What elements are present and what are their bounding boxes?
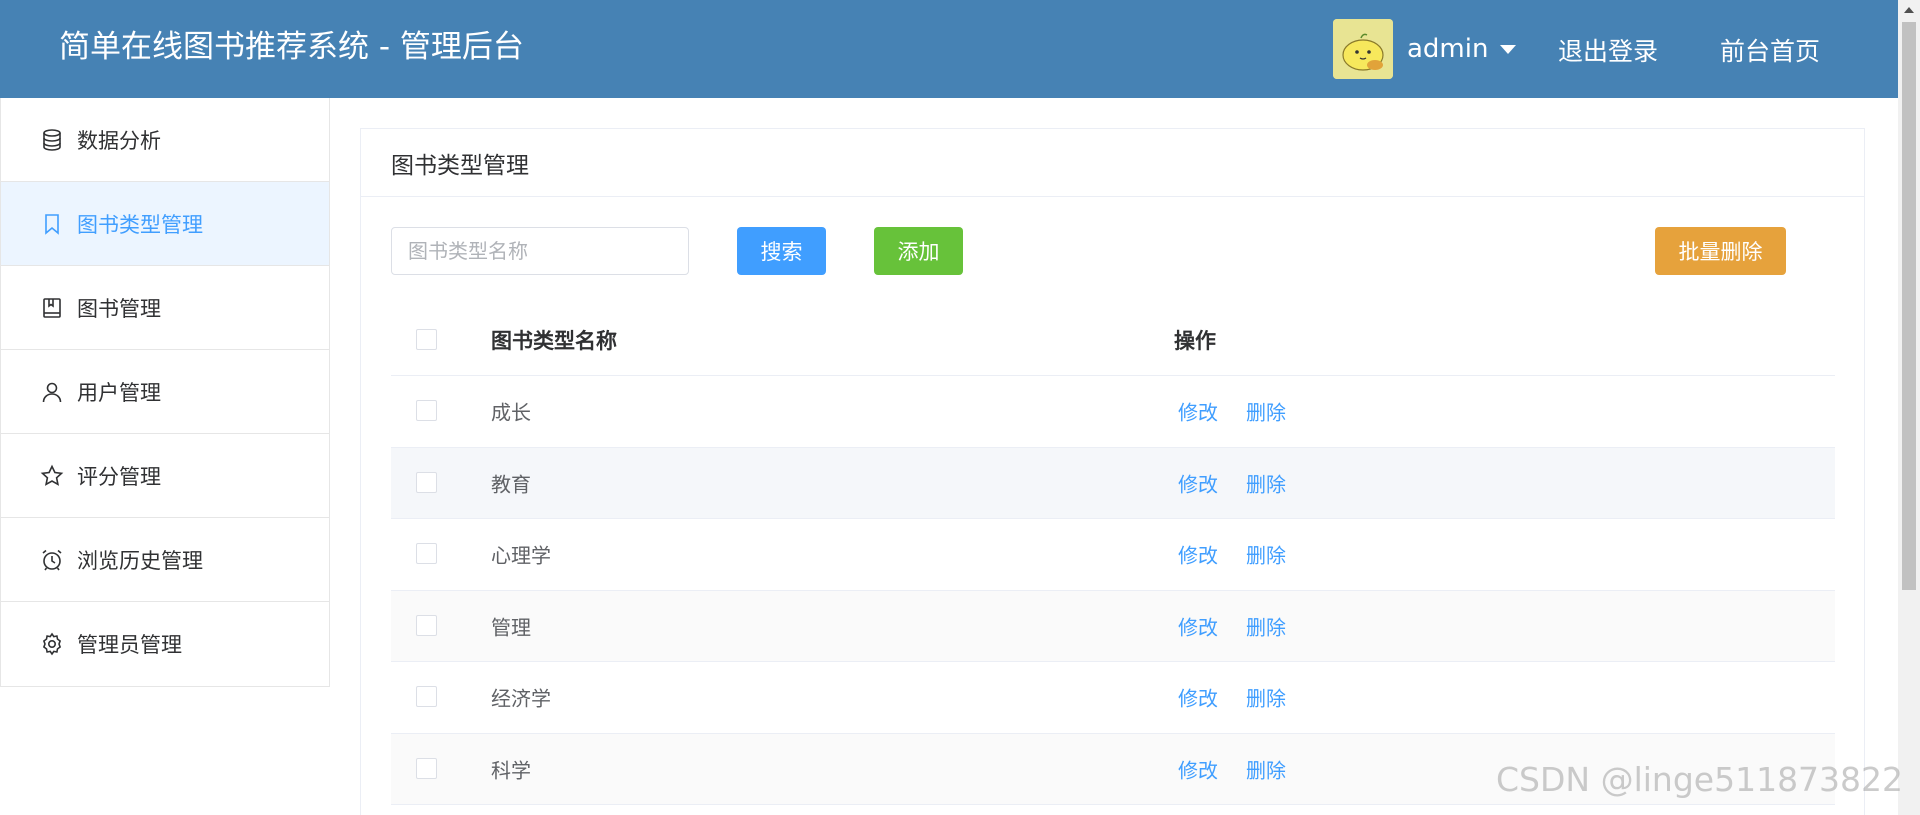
sidebar-item-label: 图书类型管理 bbox=[77, 212, 203, 237]
frontend-home-link[interactable]: 前台首页 bbox=[1720, 32, 1820, 68]
edit-link[interactable]: 修改 bbox=[1178, 683, 1218, 712]
search-input[interactable] bbox=[391, 227, 689, 275]
delete-link[interactable]: 删除 bbox=[1246, 683, 1286, 712]
book-type-table: 图书类型名称 操作 成长 修改 删除 教育 修改 删除 心理学 修改 删除 管理… bbox=[391, 305, 1835, 805]
table-row: 心理学 修改 删除 bbox=[391, 519, 1835, 591]
delete-link[interactable]: 删除 bbox=[1246, 468, 1286, 497]
scroll-up-icon[interactable] bbox=[1904, 7, 1914, 13]
username[interactable]: admin bbox=[1407, 34, 1488, 64]
edit-link[interactable]: 修改 bbox=[1178, 611, 1218, 640]
table-row: 成长 修改 删除 bbox=[391, 376, 1835, 448]
bookmark-icon bbox=[39, 211, 65, 237]
row-checkbox[interactable] bbox=[416, 471, 437, 493]
type-name-cell: 教育 bbox=[491, 472, 531, 497]
sidebar-item-admins[interactable]: 管理员管理 bbox=[1, 602, 329, 686]
sidebar-item-browse-history[interactable]: 浏览历史管理 bbox=[1, 518, 329, 602]
delete-link[interactable]: 删除 bbox=[1246, 754, 1286, 783]
table-header-row: 图书类型名称 操作 bbox=[391, 305, 1835, 376]
search-button[interactable]: 搜索 bbox=[737, 227, 826, 275]
star-icon bbox=[39, 463, 65, 489]
book-type-card: 图书类型管理 搜索 添加 批量删除 图书类型名称 操作 成长 修改 删除 教育 … bbox=[360, 128, 1865, 815]
sidebar-item-book-types[interactable]: 图书类型管理 bbox=[1, 182, 329, 266]
select-all-checkbox[interactable] bbox=[416, 329, 437, 350]
chevron-down-icon[interactable] bbox=[1500, 44, 1517, 54]
delete-link[interactable]: 删除 bbox=[1246, 540, 1286, 569]
row-checkbox[interactable] bbox=[416, 757, 437, 779]
sidebar-item-ratings[interactable]: 评分管理 bbox=[1, 434, 329, 518]
watermark: CSDN @linge511873822 bbox=[1496, 760, 1904, 799]
logout-link[interactable]: 退出登录 bbox=[1558, 32, 1658, 68]
top-header: 简单在线图书推荐系统 - 管理后台 admin 退出登录 前台首页 bbox=[0, 0, 1898, 98]
book-icon bbox=[39, 295, 65, 321]
sidebar: 数据分析 图书类型管理 图书管理 用户管理 评分管理 浏览历史管理 管理员管理 bbox=[0, 98, 330, 687]
scroll-thumb[interactable] bbox=[1902, 22, 1916, 590]
header-operation: 操作 bbox=[1174, 329, 1216, 353]
row-checkbox[interactable] bbox=[416, 686, 437, 708]
table-row: 教育 修改 删除 bbox=[391, 447, 1835, 519]
row-checkbox[interactable] bbox=[416, 543, 437, 565]
type-name-cell: 管理 bbox=[491, 615, 531, 640]
type-name-cell: 心理学 bbox=[491, 543, 551, 568]
sidebar-item-label: 浏览历史管理 bbox=[77, 548, 203, 573]
batch-delete-button[interactable]: 批量删除 bbox=[1655, 227, 1786, 275]
card-title: 图书类型管理 bbox=[361, 129, 1864, 197]
row-checkbox[interactable] bbox=[416, 400, 437, 422]
sidebar-item-label: 评分管理 bbox=[77, 464, 161, 489]
sidebar-item-users[interactable]: 用户管理 bbox=[1, 350, 329, 434]
gear-icon bbox=[39, 631, 65, 657]
edit-link[interactable]: 修改 bbox=[1178, 468, 1218, 497]
sidebar-item-label: 管理员管理 bbox=[77, 633, 182, 657]
page: 简单在线图书推荐系统 - 管理后台 admin 退出登录 前台首页 数据分析 图… bbox=[0, 0, 1920, 815]
add-button[interactable]: 添加 bbox=[874, 227, 963, 275]
avatar-image bbox=[1333, 19, 1393, 79]
alarm-clock-icon bbox=[39, 547, 65, 573]
delete-link[interactable]: 删除 bbox=[1246, 397, 1286, 426]
edit-link[interactable]: 修改 bbox=[1178, 397, 1218, 426]
type-name-cell: 经济学 bbox=[491, 686, 551, 711]
app-title: 简单在线图书推荐系统 - 管理后台 bbox=[59, 29, 524, 65]
table-row: 管理 修改 删除 bbox=[391, 590, 1835, 662]
page-scrollbar[interactable] bbox=[1898, 0, 1920, 815]
edit-link[interactable]: 修改 bbox=[1178, 754, 1218, 783]
database-icon bbox=[39, 127, 65, 153]
user-menu[interactable]: admin bbox=[1333, 19, 1517, 79]
row-checkbox[interactable] bbox=[416, 614, 437, 636]
sidebar-item-data-analysis[interactable]: 数据分析 bbox=[1, 98, 329, 182]
avatar[interactable] bbox=[1333, 19, 1393, 79]
sidebar-item-label: 用户管理 bbox=[77, 380, 161, 405]
sidebar-item-books[interactable]: 图书管理 bbox=[1, 266, 329, 350]
delete-link[interactable]: 删除 bbox=[1246, 611, 1286, 640]
type-name-cell: 科学 bbox=[491, 758, 531, 783]
sidebar-item-label: 图书管理 bbox=[77, 296, 161, 321]
sidebar-item-label: 数据分析 bbox=[77, 128, 161, 153]
table-row: 经济学 修改 删除 bbox=[391, 662, 1835, 734]
type-name-cell: 成长 bbox=[491, 400, 531, 425]
edit-link[interactable]: 修改 bbox=[1178, 540, 1218, 569]
header-type-name: 图书类型名称 bbox=[491, 329, 617, 353]
user-icon bbox=[39, 379, 65, 405]
